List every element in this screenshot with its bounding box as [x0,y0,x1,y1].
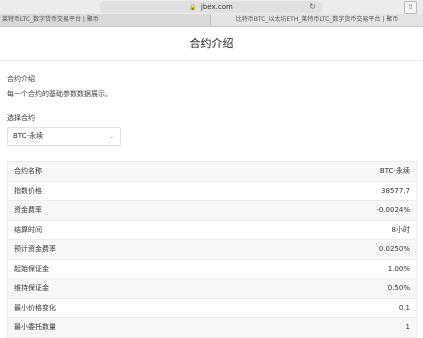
param-value: 1.00% [387,264,410,273]
intro-description: 每一个合约的基础参数数据展示。 [7,90,112,98]
param-name: 合约名称 [14,167,42,175]
address-bar[interactable]: 🔒 jbex.com ↻ [100,1,322,13]
intro-heading: 合约介绍 [7,75,35,83]
table-row: 维持保证金 0.50% [8,279,416,299]
param-value: 8小时 [391,225,410,234]
table-row: 预计资金费率 0.0250% [8,240,416,260]
table-row: 最小委托数量 1 [8,318,416,338]
param-name: 资金费率 [14,206,42,214]
tab-label: 莱特币LTC_数字货币交易平台 | 聚币 [2,16,99,23]
contract-params-table: 合约名称 BTC-永续 指数价格 38577.7 资金费率 -0.0024% 结… [7,161,417,338]
address-text: jbex.com [200,3,233,11]
contract-select[interactable]: BTC-永续 ⌄ [7,127,121,146]
share-icon[interactable]: ⇧ [404,1,417,14]
param-name: 预计资金费率 [14,245,56,253]
reload-icon[interactable]: ↻ [309,1,316,13]
param-value: 38577.7 [381,186,410,195]
select-label: 选择合约 [7,114,35,122]
tab-bar: 莱特币LTC_数字货币交易平台 | 聚币 比特币BTC_以太坊ETH_莱特币LT… [0,14,423,27]
param-value: 0.0250% [378,245,410,253]
table-row: 资金费率 -0.0024% [8,201,416,221]
param-value: BTC-永续 [379,167,410,175]
param-name: 起始保证金 [14,264,49,273]
tab-bitcoin[interactable]: 比特币BTC_以太坊ETH_莱特币LTC_数字货币交易平台 | 聚币 [211,14,423,26]
table-row: 指数价格 38577.7 [8,182,416,201]
contract-select-value: BTC-永续 [13,132,44,140]
table-row: 最小价格变化 0.1 [8,299,416,318]
param-value: -0.0024% [376,206,410,214]
table-row: 起始保证金 1.00% [8,260,416,279]
param-name: 结算时间 [14,225,42,234]
browser-toolbar: 🔒 jbex.com ↻ ⇧ [0,0,423,14]
page-header: 合约介绍 [0,27,423,61]
param-value: 0.1 [398,303,410,312]
chevron-down-icon: ⌄ [108,133,114,140]
param-value: 0.50% [387,284,410,292]
param-name: 维持保证金 [14,284,49,292]
tab-litecoin[interactable]: 莱特币LTC_数字货币交易平台 | 聚币 [0,14,212,26]
table-row: 结算时间 8小时 [8,221,416,240]
table-row: 合约名称 BTC-永续 [8,162,416,182]
param-name: 指数价格 [14,186,42,195]
page-title: 合约介绍 [189,37,234,50]
tab-label: 比特币BTC_以太坊ETH_莱特币LTC_数字货币交易平台 | 聚币 [235,16,399,23]
lock-icon: 🔒 [189,4,197,11]
param-name: 最小价格变化 [14,303,56,312]
